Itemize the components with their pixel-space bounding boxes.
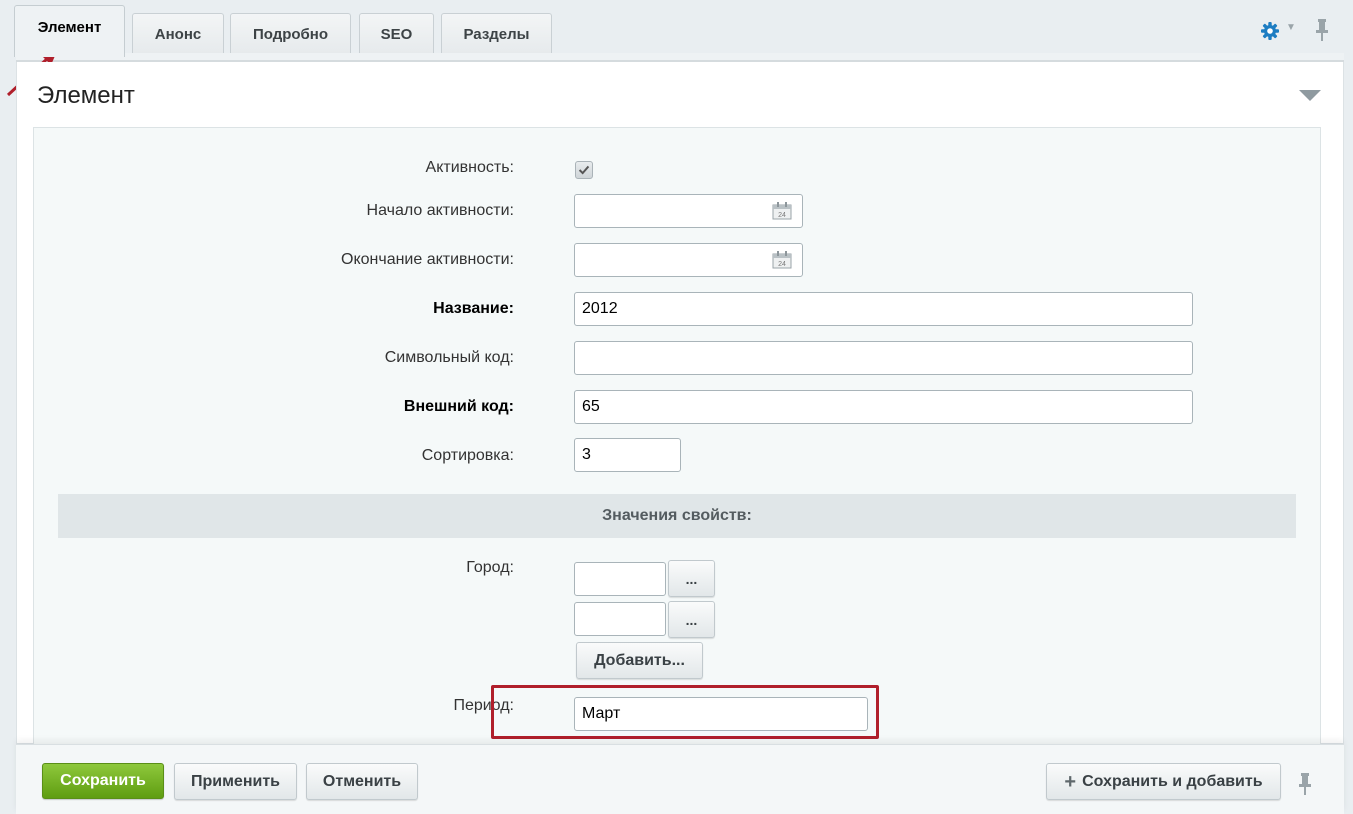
xml-id-value: 65	[582, 398, 600, 415]
element-panel: Элемент Активность: Начало активности: 2…	[16, 62, 1344, 747]
name-label: Название:	[433, 300, 514, 317]
code-field[interactable]	[574, 341, 1193, 375]
tab-announce[interactable]: Анонс	[132, 13, 224, 54]
city-field-2[interactable]	[574, 602, 666, 636]
form-area: Активность: Начало активности: 24 Оконча…	[33, 127, 1321, 747]
checkmark-icon	[578, 165, 590, 175]
xml-id-label: Внешний код:	[403, 398, 514, 415]
period-highlight-box	[491, 685, 879, 739]
city-label: Город:	[466, 559, 514, 576]
sort-value: 3	[582, 446, 591, 463]
start-date-label: Начало активности:	[366, 202, 514, 219]
save-button[interactable]: Сохранить	[42, 763, 164, 799]
city-browse-button-1[interactable]: ...	[668, 560, 715, 597]
footer-bar: Сохранить Применить Отменить + Сохранить…	[16, 744, 1344, 814]
sort-label: Сортировка:	[421, 447, 514, 464]
add-city-button[interactable]: Добавить...	[576, 642, 703, 679]
apply-button[interactable]: Применить	[174, 763, 297, 800]
tab-announce-label: Анонс	[154, 25, 202, 43]
tab-seo-label: SEO	[380, 25, 413, 43]
code-label: Символьный код:	[384, 349, 514, 366]
name-field[interactable]: 2012	[574, 292, 1193, 326]
tab-sections-label: Разделы	[463, 25, 530, 43]
calendar-icon[interactable]: 24	[772, 251, 792, 269]
save-and-add-button[interactable]: + Сохранить и добавить	[1046, 763, 1281, 800]
svg-text:24: 24	[778, 261, 786, 268]
calendar-icon[interactable]: 24	[772, 202, 792, 220]
end-date-field[interactable]: 24	[574, 243, 803, 277]
tab-details-label: Подробно	[252, 25, 329, 43]
start-date-field[interactable]: 24	[574, 194, 803, 228]
city-browse-button-2[interactable]: ...	[668, 601, 715, 638]
end-date-label: Окончание активности:	[341, 251, 514, 268]
cancel-button[interactable]: Отменить	[306, 763, 418, 800]
panel-title: Элемент	[37, 82, 135, 109]
tab-seo[interactable]: SEO	[359, 13, 434, 54]
active-checkbox[interactable]	[575, 161, 593, 179]
tab-element[interactable]: Элемент	[14, 5, 125, 57]
properties-header: Значения свойств:	[58, 494, 1296, 538]
tab-sections[interactable]: Разделы	[441, 13, 552, 54]
active-label: Активность:	[425, 159, 514, 176]
triangle-down-icon[interactable]	[1299, 90, 1321, 101]
chevron-down-icon[interactable]: ▼	[1286, 22, 1296, 33]
xml-id-field[interactable]: 65	[574, 390, 1193, 424]
plus-icon: +	[1064, 770, 1077, 793]
save-and-add-label: Сохранить и добавить	[1082, 772, 1263, 790]
sort-field[interactable]: 3	[574, 438, 681, 472]
svg-text:24: 24	[778, 212, 786, 219]
gear-icon[interactable]	[1260, 21, 1280, 41]
pin-icon[interactable]	[1296, 772, 1314, 796]
tabs-baseline	[16, 53, 1344, 62]
city-field-1[interactable]	[574, 562, 666, 596]
name-value: 2012	[582, 300, 618, 317]
tab-element-label: Элемент	[37, 19, 102, 36]
tab-details[interactable]: Подробно	[230, 13, 351, 54]
tab-bar: Элемент Анонс Подробно SEO Разделы ▼	[0, 0, 1353, 62]
pin-icon[interactable]	[1313, 18, 1331, 42]
